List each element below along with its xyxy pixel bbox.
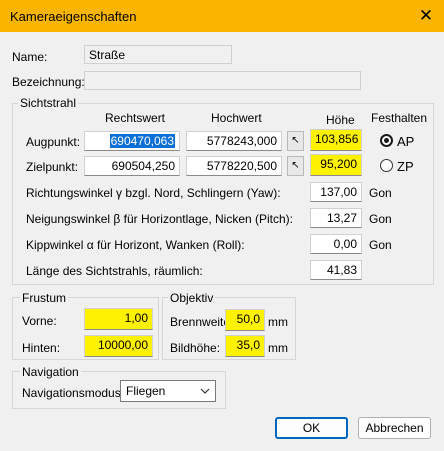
navigationsmodus-select[interactable]: Fliegen bbox=[120, 380, 216, 402]
sichtstrahl-title: Sichtstrahl bbox=[18, 96, 79, 110]
bildhoehe-label: Bildhöhe: bbox=[170, 341, 221, 355]
zielpunkt-label: Zielpunkt: bbox=[26, 160, 79, 174]
zielpunkt-pick-icon[interactable]: ↖ bbox=[287, 156, 304, 176]
augpunkt-label: Augpunkt: bbox=[26, 135, 81, 149]
augpunkt-rechtswert-input[interactable]: 690470,063 bbox=[84, 131, 180, 151]
vorne-label: Vorne: bbox=[22, 314, 57, 328]
navigationsmodus-value: Fliegen bbox=[126, 384, 166, 398]
close-icon[interactable]: ✕ bbox=[416, 6, 436, 26]
name-label: Name: bbox=[12, 50, 48, 64]
radio-ap-label: AP bbox=[397, 134, 415, 149]
pitch-unit: Gon bbox=[369, 212, 392, 226]
bezeichnung-label: Bezeichnung: bbox=[12, 75, 85, 89]
length-field: 41,83 bbox=[310, 260, 362, 280]
brennweite-unit: mm bbox=[268, 315, 288, 329]
ok-button[interactable]: OK bbox=[275, 417, 348, 439]
title-bar: Kameraeigenschaften ✕ bbox=[0, 0, 444, 32]
roll-unit: Gon bbox=[369, 238, 392, 252]
radio-ap[interactable] bbox=[380, 134, 393, 147]
navigationsmodus-label: Navigationsmodus: bbox=[22, 386, 125, 400]
col-hochwert: Hochwert bbox=[211, 111, 262, 125]
col-rechtswert: Rechtswert bbox=[105, 111, 166, 125]
length-label: Länge des Sichtstrahls, räumlich: bbox=[26, 264, 203, 278]
radio-zp[interactable] bbox=[380, 159, 393, 172]
col-hoehe: Höhe bbox=[326, 113, 355, 127]
augpunkt-rechtswert-text: 690470,063 bbox=[109, 134, 175, 148]
cancel-button[interactable]: Abbrechen bbox=[358, 417, 431, 439]
frustum-title: Frustum bbox=[20, 291, 69, 305]
window-title: Kameraeigenschaften bbox=[10, 9, 137, 24]
augpunkt-hochwert-input[interactable]: 5778243,000 bbox=[186, 131, 282, 151]
brennweite-label: Brennweite: bbox=[170, 315, 234, 329]
roll-input[interactable]: 0,00 bbox=[310, 234, 362, 254]
augpunkt-hoehe-input[interactable]: 103,856 bbox=[310, 129, 362, 151]
navigation-title: Navigation bbox=[20, 365, 81, 379]
pitch-label: Neigungswinkel β für Horizontlage, Nicke… bbox=[26, 212, 294, 226]
roll-label: Kippwinkel α für Horizont, Wanken (Roll)… bbox=[26, 238, 245, 252]
zielpunkt-hoehe-input[interactable]: 95,200 bbox=[310, 154, 362, 176]
chevron-down-icon bbox=[200, 388, 210, 394]
hinten-label: Hinten: bbox=[22, 341, 61, 355]
zielpunkt-rechtswert-input[interactable]: 690504,250 bbox=[84, 156, 180, 176]
pitch-input[interactable]: 13,27 bbox=[310, 208, 362, 228]
bildhoehe-unit: mm bbox=[268, 341, 288, 355]
yaw-input[interactable]: 137,00 bbox=[310, 182, 362, 202]
radio-zp-label: ZP bbox=[397, 159, 414, 174]
yaw-unit: Gon bbox=[369, 186, 392, 200]
name-field: Straße bbox=[84, 45, 232, 64]
objektiv-title: Objektiv bbox=[168, 291, 216, 305]
col-festhalten: Festhalten bbox=[371, 111, 428, 125]
augpunkt-pick-icon[interactable]: ↖ bbox=[287, 131, 304, 151]
yaw-label: Richtungswinkel γ bzgl. Nord, Schlingern… bbox=[26, 186, 281, 200]
bildhoehe-input[interactable]: 35,0 bbox=[225, 335, 265, 357]
bezeichnung-field bbox=[84, 71, 361, 90]
brennweite-input[interactable]: 50,0 bbox=[225, 309, 265, 331]
zielpunkt-hochwert-input[interactable]: 5778220,500 bbox=[186, 156, 282, 176]
hinten-input[interactable]: 10000,00 bbox=[84, 335, 153, 357]
vorne-input[interactable]: 1,00 bbox=[84, 308, 153, 330]
